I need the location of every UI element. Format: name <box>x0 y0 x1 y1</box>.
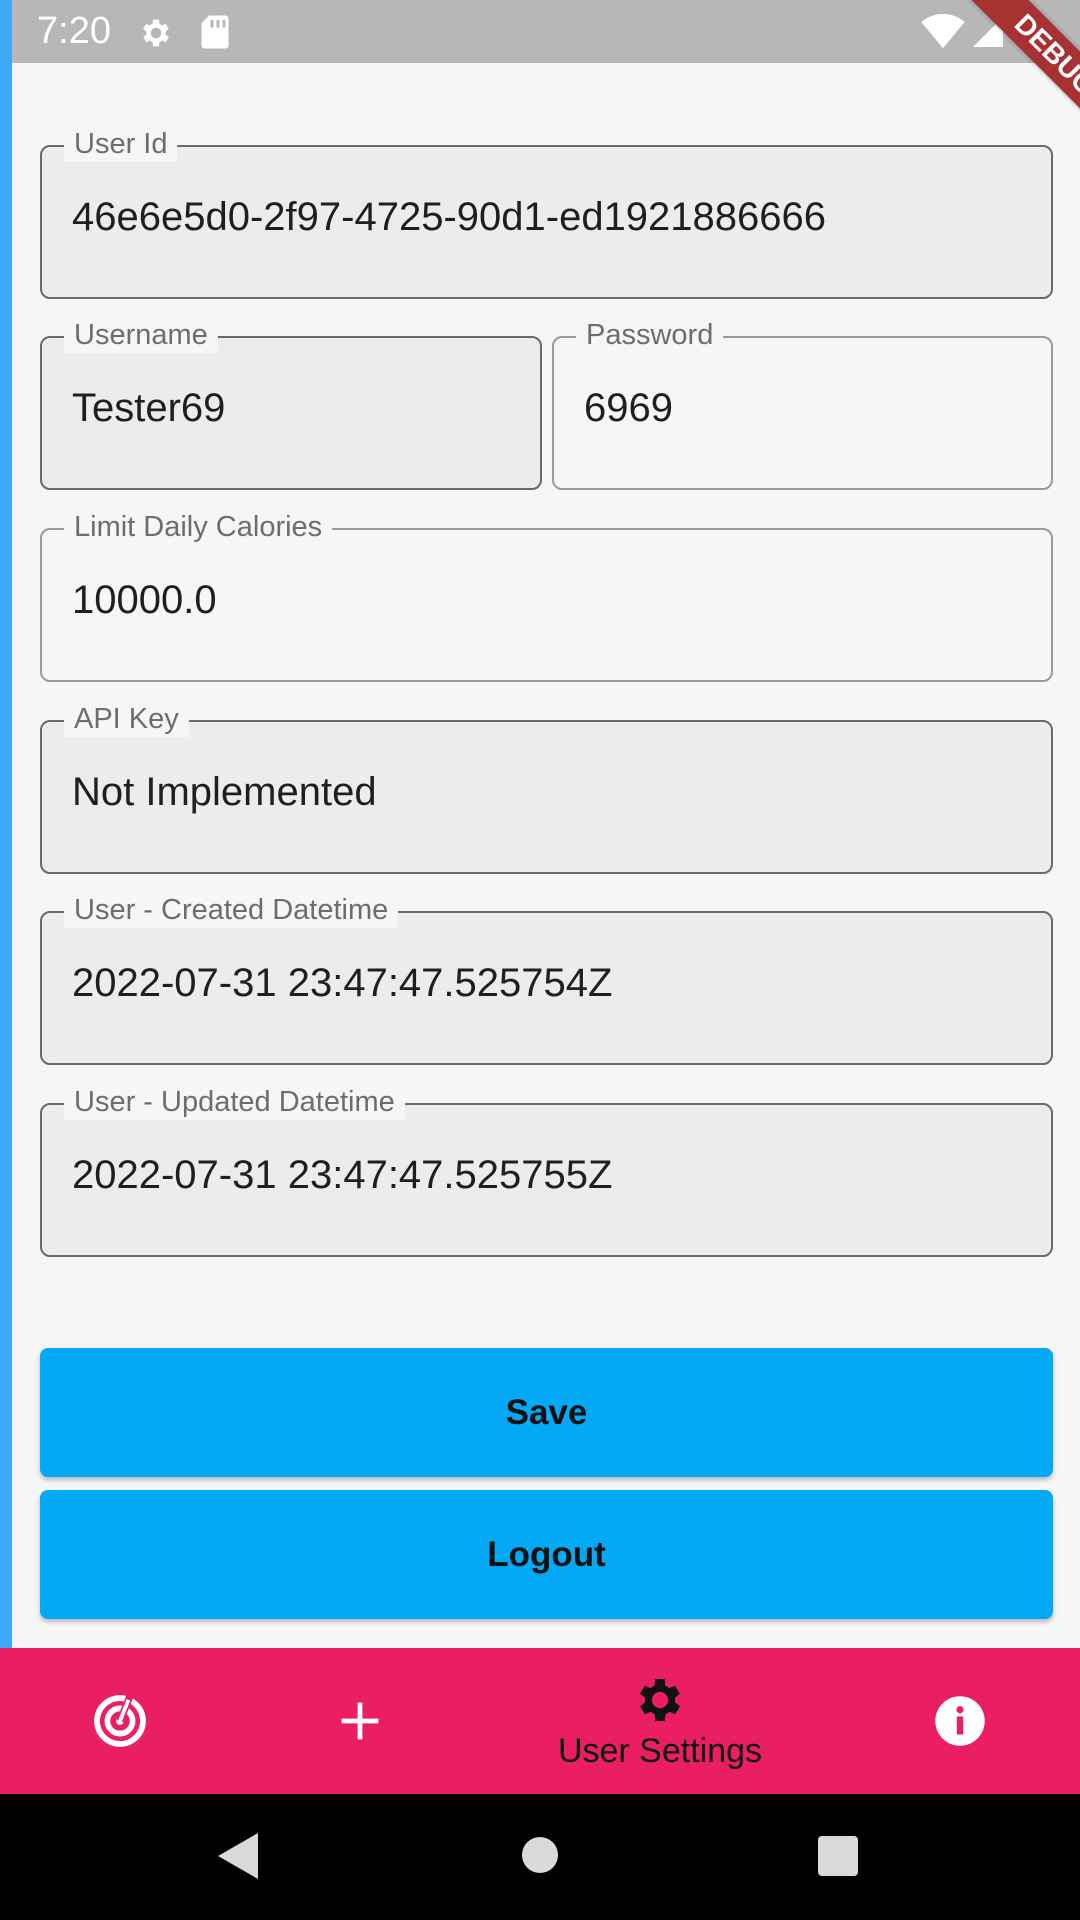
nav-item-target[interactable] <box>60 1648 180 1794</box>
plus-icon <box>341 1702 379 1740</box>
limit-daily-calories-label: Limit Daily Calories <box>64 509 333 545</box>
home-icon[interactable] <box>521 1836 559 1874</box>
nav-label-user-settings: User Settings <box>557 1731 763 1770</box>
target-icon <box>94 1695 146 1747</box>
info-icon <box>935 1696 985 1746</box>
recents-icon[interactable] <box>818 1836 858 1876</box>
debug-banner: DEBUG <box>959 0 1080 150</box>
nav-item-add[interactable] <box>300 1648 420 1794</box>
user-id-value: 46e6e5d0-2f97-4725-90d1-ed1921886666 <box>72 195 827 239</box>
updated-datetime-label: User - Updated Datetime <box>64 1084 405 1120</box>
username-field[interactable]: Username Tester69 <box>40 317 542 490</box>
bottom-navigation: User Settings <box>0 1648 1080 1794</box>
system-navigation-bar <box>0 1794 1080 1920</box>
gear-icon <box>143 19 169 47</box>
updated-datetime-field[interactable]: User - Updated Datetime 2022-07-31 23:47… <box>40 1084 1053 1257</box>
sd-card-icon <box>201 15 229 49</box>
limit-daily-calories-field[interactable]: Limit Daily Calories 10000.0 <box>40 509 1053 682</box>
user-id-field[interactable]: User Id 46e6e5d0-2f97-4725-90d1-ed192188… <box>40 126 1053 299</box>
status-time: 7:20 <box>37 10 111 52</box>
api-key-value: Not Implemented <box>72 770 377 814</box>
status-bar: 7:20 <box>0 0 1080 63</box>
nav-item-user-settings[interactable]: User Settings <box>530 1648 790 1794</box>
password-field[interactable]: Password 6969 <box>552 317 1053 490</box>
save-button[interactable]: Save <box>40 1348 1053 1477</box>
username-label: Username <box>64 317 218 353</box>
back-icon[interactable] <box>216 1831 260 1881</box>
api-key-label: API Key <box>64 701 189 737</box>
created-datetime-field[interactable]: User - Created Datetime 2022-07-31 23:47… <box>40 892 1053 1065</box>
debug-banner-wrap: DEBUG <box>930 0 1080 150</box>
password-value: 6969 <box>584 386 673 430</box>
password-label: Password <box>576 317 724 353</box>
username-value: Tester69 <box>72 386 226 430</box>
updated-datetime-value: 2022-07-31 23:47:47.525755Z <box>72 1153 613 1197</box>
nav-item-info[interactable] <box>900 1648 1020 1794</box>
logout-button[interactable]: Logout <box>40 1490 1053 1619</box>
created-datetime-label: User - Created Datetime <box>64 892 399 928</box>
api-key-field[interactable]: API Key Not Implemented <box>40 701 1053 874</box>
gear-icon <box>639 1678 681 1721</box>
created-datetime-value: 2022-07-31 23:47:47.525754Z <box>72 961 613 1005</box>
left-accent-strip <box>0 0 12 1648</box>
user-id-label: User Id <box>64 126 178 162</box>
limit-daily-calories-value: 10000.0 <box>72 578 217 622</box>
